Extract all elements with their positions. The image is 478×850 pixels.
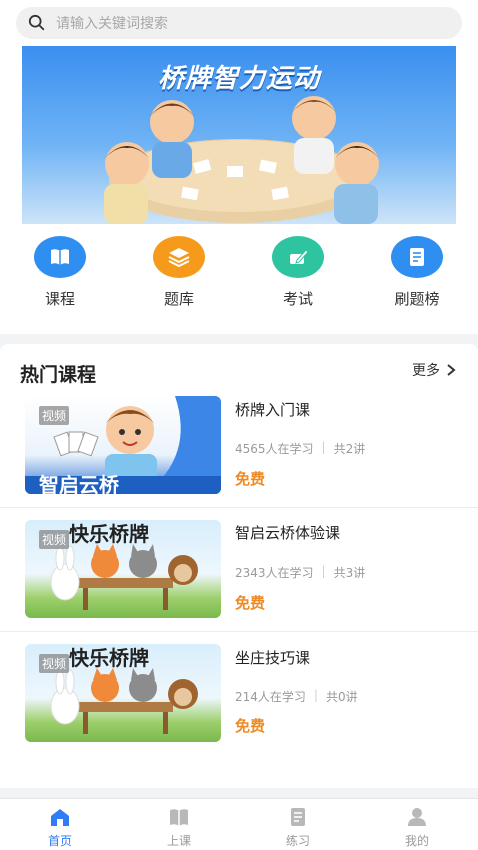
quick-entries: 课程 题库 考试 刷题榜 bbox=[0, 236, 478, 316]
course-thumbnail: 快乐桥牌 视频 bbox=[25, 520, 221, 618]
course-price: 免费 bbox=[235, 594, 266, 612]
course-item[interactable]: 快乐桥牌 视频 坐庄技巧课 214人在学习 | 共0讲 免费 bbox=[0, 644, 478, 768]
learner-count: 214人在学习 bbox=[235, 690, 306, 704]
quick-entry-question-bank[interactable]: 题库 bbox=[129, 236, 229, 309]
more-label: 更多 bbox=[412, 363, 440, 379]
search-placeholder[interactable]: 请输入关键词搜索 bbox=[56, 13, 168, 33]
hot-courses-section: 热门课程 更多 智启云桥 视频 桥牌入门课 4565人在学习 | 共2讲 免费 … bbox=[0, 344, 478, 788]
search-bar[interactable]: 请输入关键词搜索 bbox=[16, 7, 462, 39]
section-title: 热门课程 bbox=[20, 364, 97, 386]
course-meta: 214人在学习 | 共0讲 bbox=[235, 688, 358, 705]
meta-separator: | bbox=[313, 688, 318, 702]
learner-count: 4565人在学习 bbox=[235, 442, 314, 456]
divider bbox=[0, 507, 478, 508]
book-icon bbox=[34, 236, 86, 278]
bottom-tab-bar: 首页 上课 练习 我的 bbox=[0, 798, 478, 850]
course-meta: 2343人在学习 | 共3讲 bbox=[235, 564, 365, 581]
course-price: 免费 bbox=[235, 470, 266, 488]
video-tag: 视频 bbox=[39, 406, 70, 425]
course-thumbnail: 快乐桥牌 视频 bbox=[25, 644, 221, 742]
top-section: 请输入关键词搜索 桥牌智力运动 课程 题库 考试 刷题榜 bbox=[0, 0, 478, 334]
search-icon bbox=[28, 14, 45, 31]
tab-mine[interactable]: 我的 bbox=[377, 807, 457, 849]
tab-label: 我的 bbox=[404, 834, 429, 848]
tab-label: 练习 bbox=[285, 834, 310, 848]
pencil-icon bbox=[272, 236, 324, 278]
quick-entry-exam[interactable]: 考试 bbox=[248, 236, 348, 309]
course-item[interactable]: 智启云桥 视频 桥牌入门课 4565人在学习 | 共2讲 免费 bbox=[0, 396, 478, 520]
course-meta: 4565人在学习 | 共2讲 bbox=[235, 440, 365, 457]
banner-title: 桥牌智力运动 bbox=[157, 64, 320, 94]
course-title: 坐庄技巧课 bbox=[235, 649, 311, 667]
layers-icon bbox=[153, 236, 205, 278]
chevron-right-icon bbox=[447, 364, 456, 376]
learner-count: 2343人在学习 bbox=[235, 566, 314, 580]
quick-entry-label: 刷题榜 bbox=[394, 290, 440, 308]
quick-entry-ranking[interactable]: 刷题榜 bbox=[367, 236, 467, 309]
tab-label: 上课 bbox=[166, 834, 191, 848]
home-icon bbox=[51, 809, 69, 826]
tab-class[interactable]: 上课 bbox=[139, 807, 219, 849]
lesson-count: 共3讲 bbox=[333, 566, 366, 580]
quick-entry-label: 课程 bbox=[44, 290, 75, 308]
lesson-count: 共2讲 bbox=[333, 442, 366, 456]
course-price: 免费 bbox=[235, 717, 266, 735]
user-icon bbox=[408, 808, 426, 826]
quick-entry-course[interactable]: 课程 bbox=[10, 236, 110, 309]
tab-home[interactable]: 首页 bbox=[20, 807, 100, 849]
divider bbox=[0, 631, 478, 632]
document-icon bbox=[291, 808, 305, 826]
meta-separator: | bbox=[321, 564, 326, 578]
quick-entry-label: 题库 bbox=[163, 290, 194, 308]
tab-practice[interactable]: 练习 bbox=[258, 807, 338, 849]
meta-separator: | bbox=[321, 440, 326, 454]
lesson-count: 共0讲 bbox=[325, 690, 358, 704]
banner[interactable]: 桥牌智力运动 bbox=[22, 46, 456, 224]
tab-label: 首页 bbox=[47, 834, 72, 848]
thumbnail-text: 快乐桥牌 bbox=[69, 646, 149, 670]
video-tag: 视频 bbox=[39, 530, 70, 549]
quick-entry-label: 考试 bbox=[282, 290, 313, 308]
course-item[interactable]: 快乐桥牌 视频 智启云桥体验课 2343人在学习 | 共3讲 免费 bbox=[0, 520, 478, 644]
open-book-icon bbox=[170, 809, 188, 826]
course-thumbnail: 智启云桥 视频 bbox=[25, 396, 221, 494]
course-title: 智启云桥体验课 bbox=[235, 524, 341, 542]
more-link[interactable]: 更多 bbox=[412, 360, 456, 380]
thumbnail-text: 快乐桥牌 bbox=[69, 522, 149, 546]
thumbnail-text: 智启云桥 bbox=[39, 473, 119, 494]
list-icon bbox=[391, 236, 443, 278]
video-tag: 视频 bbox=[39, 654, 70, 673]
course-title: 桥牌入门课 bbox=[235, 401, 311, 419]
